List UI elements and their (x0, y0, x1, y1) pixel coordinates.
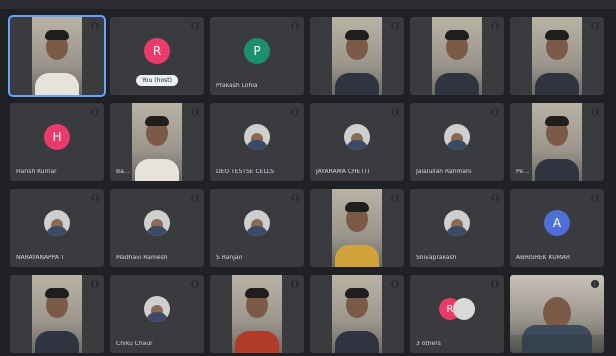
participant-tile[interactable]: H ⋮ Harish Kumar (10, 103, 104, 181)
host-pill: You (host) (136, 75, 178, 86)
participant-name: 3 others (416, 341, 441, 347)
participant-name: ABHISHEK KUMAR (516, 255, 571, 261)
participant-avatar: A (544, 210, 570, 236)
mic-off-icon: ⋮ (91, 194, 99, 202)
participant-photo (44, 210, 70, 236)
participant-tile[interactable]: ⋮ DEO TESTSE CELLS (210, 103, 304, 181)
participant-video-feed (332, 275, 382, 353)
participant-video-feed (232, 275, 282, 353)
participant-name: Madhavi Ramesh (116, 255, 168, 261)
participant-tile[interactable]: ⋮ (10, 275, 104, 353)
participant-name: Chiku Chaur (116, 341, 153, 347)
mic-off-icon: ⋮ (491, 280, 499, 288)
mic-off-icon: ⋮ (291, 194, 299, 202)
participant-tile[interactable]: ⋮ Madhavi Ramesh (110, 189, 204, 267)
participant-photo (344, 124, 370, 150)
participant-video-feed (532, 17, 582, 95)
participant-tile[interactable]: ⋮ (510, 17, 604, 95)
participant-name: JAYARAMA CHETTI (316, 169, 370, 175)
mic-off-icon: ⋮ (291, 280, 299, 288)
participant-video-feed (32, 275, 82, 353)
participant-tile[interactable]: ⋮ (310, 189, 404, 267)
mic-off-icon: ⋮ (591, 108, 599, 116)
participant-tile[interactable]: ⋮ (8, 15, 106, 97)
mic-off-icon: ⋮ (91, 108, 99, 116)
mic-off-icon: ⋮ (191, 194, 199, 202)
participant-grid: ⋮ R You (host) ⋮ P ⋮ Prakash Lohia ⋮ ⋮ ⋮ H ⋮ Harish … (8, 15, 608, 354)
mic-off-icon: ⋮ (391, 194, 399, 202)
mic-off-icon: ⋮ (291, 22, 299, 30)
mic-off-icon: ⋮ (191, 22, 199, 30)
mic-off-icon: ⋮ (591, 194, 599, 202)
self-video-feed (32, 17, 82, 95)
mic-off-icon: ⋮ (591, 280, 599, 288)
participant-tile[interactable]: ⋮ Ba… (110, 103, 204, 181)
participant-tile[interactable]: ⋮ (510, 275, 604, 353)
participant-video-feed (532, 103, 582, 181)
participant-name: DEO TESTSE CELLS (216, 169, 274, 175)
participant-tile[interactable]: ⋮ Shivaprakash (410, 189, 504, 267)
mic-off-icon: ⋮ (391, 108, 399, 116)
participant-photo (144, 296, 170, 322)
mic-off-icon: ⋮ (291, 108, 299, 116)
mic-off-icon: ⋮ (391, 280, 399, 288)
participant-tile[interactable]: ⋮ (410, 17, 504, 95)
participant-photo (144, 210, 170, 236)
participant-name: NARAYANAPPA T (16, 255, 65, 261)
participant-tile[interactable]: R ⋮ 3 others (410, 275, 504, 353)
participant-photo (453, 298, 475, 320)
mic-off-icon: ⋮ (191, 108, 199, 116)
participant-tile[interactable]: ⋮ Pe… (510, 103, 604, 181)
participant-name: Jalalullah Rahmani (416, 169, 472, 175)
participant-photo (444, 210, 470, 236)
participant-photo (444, 124, 470, 150)
mic-off-icon: ⋮ (491, 108, 499, 116)
participant-tile[interactable]: ⋮ (310, 275, 404, 353)
participant-tile[interactable]: ⋮ Jalalullah Rahmani (410, 103, 504, 181)
window-top-bar (0, 0, 616, 9)
participant-video-feed (510, 275, 604, 353)
participant-tile[interactable]: R You (host) ⋮ (110, 17, 204, 95)
mic-off-icon: ⋮ (591, 22, 599, 30)
participant-name: Ba… (116, 169, 130, 175)
participant-photo (244, 124, 270, 150)
participant-name: S Ranjan (216, 255, 243, 261)
participant-name: Shivaprakash (416, 255, 457, 261)
participant-avatar: P (244, 38, 270, 64)
participant-tile[interactable]: ⋮ NARAYANAPPA T (10, 189, 104, 267)
participant-video-feed (432, 17, 482, 95)
participant-name: Pe… (516, 169, 530, 175)
participant-group-avatars: R (439, 298, 475, 320)
mic-off-icon: ⋮ (491, 194, 499, 202)
participant-tile[interactable]: ⋮ Chiku Chaur (110, 275, 204, 353)
participant-avatar: H (44, 124, 70, 150)
participant-name: Prakash Lohia (216, 83, 258, 89)
participant-tile[interactable]: P ⋮ Prakash Lohia (210, 17, 304, 95)
participant-video-feed (332, 189, 382, 267)
participant-photo (244, 210, 270, 236)
participant-tile[interactable]: ⋮ (210, 275, 304, 353)
mic-off-icon: ⋮ (91, 22, 99, 30)
participant-tile[interactable]: ⋮ (310, 17, 404, 95)
participant-name: Harish Kumar (16, 169, 57, 175)
mic-off-icon: ⋮ (491, 22, 499, 30)
participant-tile[interactable]: ⋮ JAYARAMA CHETTI (310, 103, 404, 181)
mic-off-icon: ⋮ (91, 280, 99, 288)
participant-video-feed (332, 17, 382, 95)
participant-tile[interactable]: A ⋮ ABHISHEK KUMAR (510, 189, 604, 267)
participant-tile[interactable]: ⋮ S Ranjan (210, 189, 304, 267)
mic-off-icon: ⋮ (391, 22, 399, 30)
participant-video-feed (132, 103, 182, 181)
participant-avatar: R (144, 38, 170, 64)
mic-off-icon: ⋮ (191, 280, 199, 288)
